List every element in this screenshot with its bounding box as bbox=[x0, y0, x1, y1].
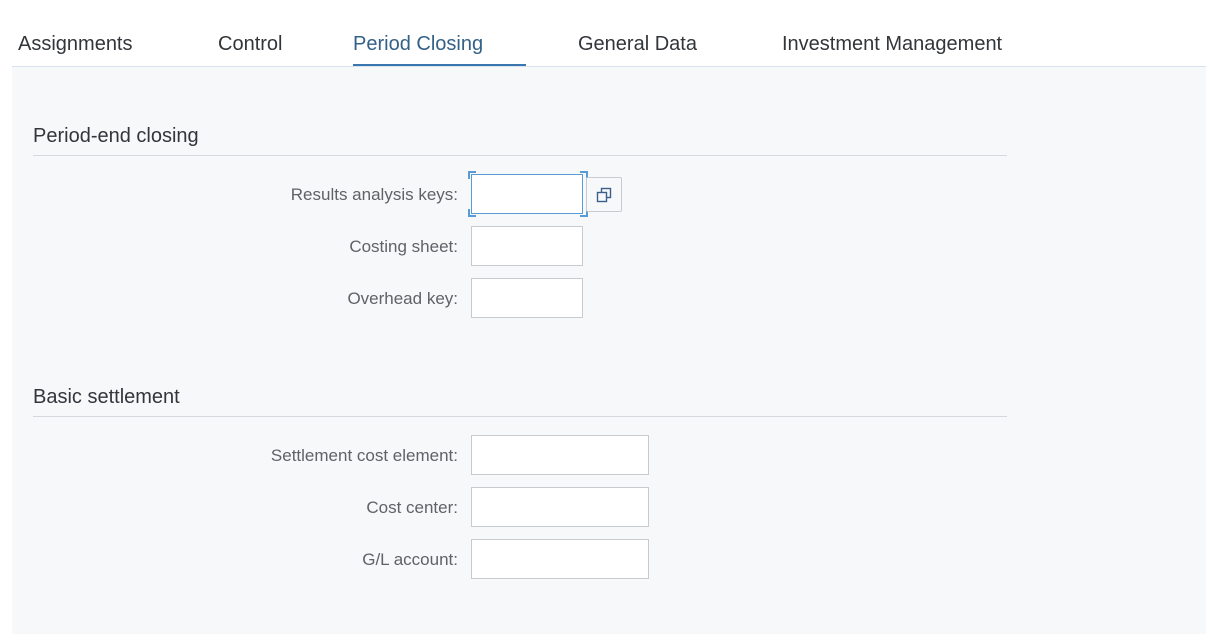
label-gl-account: G/L account: bbox=[362, 550, 458, 569]
value-help-button[interactable] bbox=[586, 177, 622, 212]
cost-center-input[interactable] bbox=[471, 487, 649, 527]
overhead-key-input[interactable] bbox=[471, 278, 583, 318]
tab-assignments[interactable]: Assignments bbox=[18, 32, 133, 56]
tab-period-closing[interactable]: Period Closing bbox=[353, 32, 483, 56]
section-title-period-end-closing: Period-end closing bbox=[33, 125, 199, 147]
label-costing-sheet: Costing sheet: bbox=[349, 237, 458, 256]
tab-bar: Assignments Control Period Closing Gener… bbox=[0, 0, 1206, 67]
tab-investment-management[interactable]: Investment Management bbox=[782, 32, 1002, 56]
results-analysis-keys-input[interactable] bbox=[471, 174, 583, 214]
tab-general-data[interactable]: General Data bbox=[578, 32, 697, 56]
label-cost-center: Cost center: bbox=[366, 498, 458, 517]
section-divider-basic-settlement bbox=[33, 416, 1007, 417]
settlement-cost-element-input[interactable] bbox=[471, 435, 649, 475]
tab-control[interactable]: Control bbox=[218, 32, 282, 56]
focus-corner-bottom-left bbox=[468, 209, 476, 217]
label-results-analysis-keys: Results analysis keys: bbox=[290, 185, 458, 204]
left-margin bbox=[0, 67, 12, 634]
costing-sheet-input[interactable] bbox=[471, 226, 583, 266]
label-overhead-key: Overhead key: bbox=[347, 289, 458, 308]
gl-account-input[interactable] bbox=[471, 539, 649, 579]
focus-corner-top-left bbox=[468, 171, 476, 179]
label-settlement-cost-element: Settlement cost element: bbox=[270, 446, 458, 465]
section-title-basic-settlement: Basic settlement bbox=[33, 386, 180, 408]
value-help-icon bbox=[596, 187, 612, 202]
section-divider-period-end-closing bbox=[33, 155, 1007, 156]
